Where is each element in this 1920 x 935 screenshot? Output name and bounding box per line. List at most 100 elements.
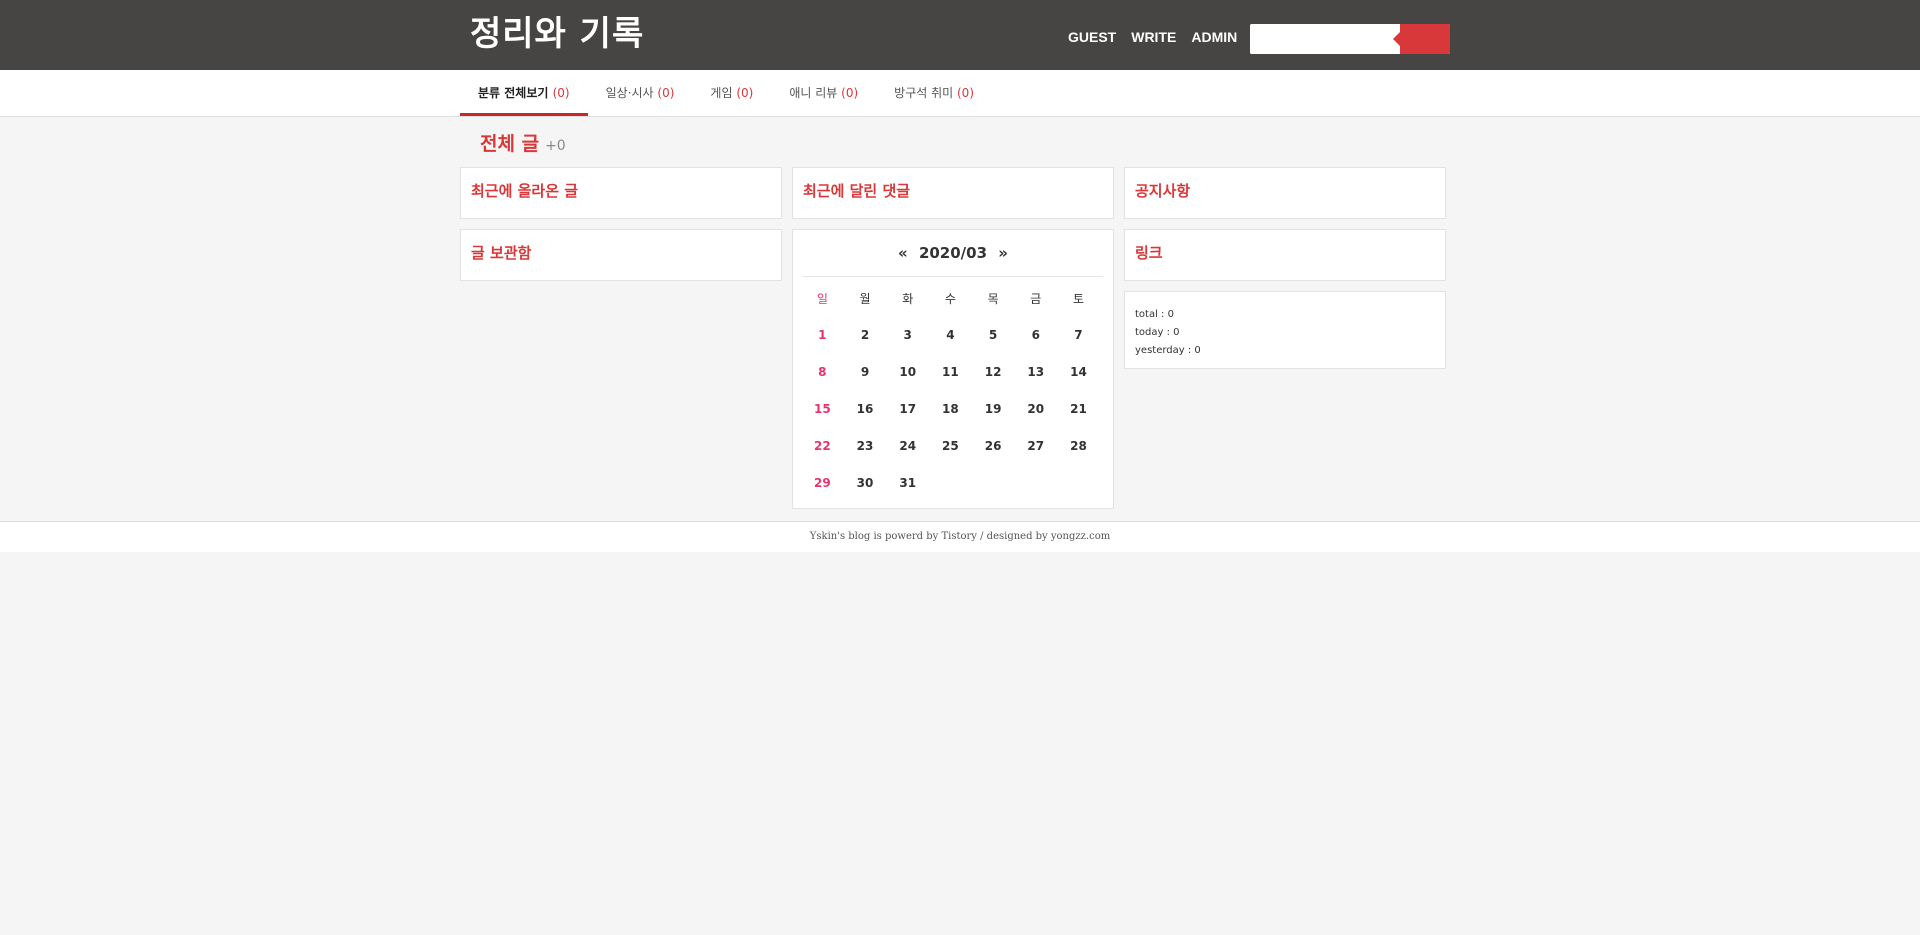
weekday-label: 목 (987, 291, 999, 306)
category-nav: 분류 전체보기 (0) 일상·시사 (0) 게임 (0) 애니 리뷰 (0) 방… (0, 70, 1920, 117)
calendar-day: 2 (860, 327, 870, 342)
counter-today: today : 0 (1135, 327, 1180, 338)
next-month-button[interactable]: » (992, 244, 1014, 262)
category-tabs: 분류 전체보기 (0) 일상·시사 (0) 게임 (0) 애니 리뷰 (0) 방… (460, 70, 992, 116)
calendar-day: 3 (903, 327, 912, 342)
calendar-day: 5 (988, 327, 998, 342)
calendar-day: 25 (942, 438, 959, 453)
calendar-week: 1 2 3 4 5 6 7 (801, 316, 1100, 353)
main-content: 전체 글 +0 최근에 올라온 글 최근에 달린 댓글 공지사항 글 보관함 «… (460, 117, 1460, 521)
footer-text: Yskin's blog is powerd by Tistory / desi… (809, 531, 1111, 542)
calendar-day: 20 (1027, 401, 1045, 416)
weekday-label: 일 (816, 291, 828, 306)
calendar-day: 18 (942, 401, 959, 416)
calendar-day: 22 (813, 438, 831, 453)
post-count: +0 (545, 138, 566, 154)
calendar-header: « 2020/03 » (793, 244, 1113, 262)
calendar-day: 27 (1027, 438, 1045, 453)
counter-yesterday: yesterday : 0 (1135, 345, 1201, 356)
search-button[interactable] (1393, 24, 1450, 54)
calendar-widget: « 2020/03 » 일 월 화 수 목 금 토 1 2 3 4 5 6 7 8 9 10 11 1… (792, 229, 1114, 509)
calendar-day: 28 (1070, 438, 1087, 453)
tab-games[interactable]: 게임 (0) (692, 70, 771, 116)
calendar-day: 29 (813, 475, 831, 490)
guest-link[interactable]: GUEST (1068, 29, 1116, 45)
tab-all-categories[interactable]: 분류 전체보기 (0) (460, 70, 588, 116)
calendar-divider (803, 276, 1103, 277)
tab-label: 애니 리뷰 (789, 86, 838, 100)
tab-label: 분류 전체보기 (478, 86, 549, 100)
tab-count: (0) (657, 86, 675, 100)
calendar-day: 7 (1074, 327, 1083, 342)
visitor-counter: total : 0 today : 0 yesterday : 0 (1135, 306, 1201, 360)
calendar-day: 12 (984, 364, 1002, 379)
tab-count: (0) (736, 86, 754, 100)
calendar-week: 29 30 31 (801, 464, 1100, 501)
calendar-day: 23 (856, 438, 874, 453)
calendar-week: 15 16 17 18 19 20 21 (801, 390, 1100, 427)
calendar-week: 22 23 24 25 26 27 28 (801, 427, 1100, 464)
calendar-day: 8 (818, 364, 827, 379)
tab-count: (0) (841, 86, 859, 100)
tab-daily-news[interactable]: 일상·시사 (0) (588, 70, 693, 116)
calendar-day: 9 (860, 364, 870, 379)
calendar-empty-cell (1057, 464, 1100, 501)
calendar-day: 13 (1027, 364, 1045, 379)
calendar-day: 6 (1031, 327, 1040, 342)
tab-label: 방구석 취미 (894, 86, 954, 100)
calendar-grid: 일 월 화 수 목 금 토 1 2 3 4 5 6 7 8 9 10 11 12 13 14 15 16 17 1… (801, 280, 1100, 501)
search-box (1250, 24, 1450, 54)
recent-comments-title: 최근에 달린 댓글 (803, 182, 911, 200)
recent-comments-widget: 최근에 달린 댓글 (792, 167, 1114, 219)
admin-link[interactable]: ADMIN (1191, 29, 1237, 45)
links-title: 링크 (1135, 244, 1163, 262)
archive-title: 글 보관함 (471, 244, 532, 262)
calendar-days: 1 2 3 4 5 6 7 8 9 10 11 12 13 14 15 16 17 18 19 20 21 22 23 24 2… (801, 316, 1100, 501)
calendar-day: 17 (899, 401, 917, 416)
visitor-counter-widget: total : 0 today : 0 yesterday : 0 (1124, 291, 1446, 369)
calendar-day: 16 (856, 401, 874, 416)
archive-widget: 글 보관함 (460, 229, 782, 281)
links-widget: 링크 (1124, 229, 1446, 281)
tab-hobby[interactable]: 방구석 취미 (0) (876, 70, 992, 116)
search-input[interactable] (1250, 24, 1400, 54)
weekday-label: 토 (1072, 291, 1084, 306)
weekday-row: 일 월 화 수 목 금 토 (801, 280, 1100, 316)
calendar-day: 31 (899, 475, 917, 490)
calendar-empty-cell (972, 464, 1015, 501)
page-title: 전체 글 (480, 133, 540, 155)
notice-title: 공지사항 (1135, 182, 1191, 200)
top-links: GUEST WRITE ADMIN (1068, 29, 1237, 45)
calendar-day: 14 (1070, 364, 1087, 379)
notice-widget: 공지사항 (1124, 167, 1446, 219)
weekday-label: 화 (902, 291, 914, 306)
calendar-day: 19 (984, 401, 1002, 416)
site-footer: Yskin's blog is powerd by Tistory / desi… (0, 521, 1920, 552)
calendar-day: 4 (946, 327, 955, 342)
site-header: 정리와 기록 GUEST WRITE ADMIN (0, 0, 1920, 70)
calendar-day: 21 (1070, 401, 1087, 416)
tab-count: (0) (957, 86, 974, 100)
calendar-empty-cell (929, 464, 972, 501)
counter-total: total : 0 (1135, 309, 1174, 320)
calendar-day: 1 (818, 327, 827, 342)
site-title[interactable]: 정리와 기록 (470, 10, 644, 58)
calendar-month: 2020/03 (918, 244, 988, 262)
calendar-day: 24 (899, 438, 917, 453)
tab-count: (0) (552, 86, 570, 100)
tab-anime-review[interactable]: 애니 리뷰 (0) (771, 70, 876, 116)
calendar-week: 8 9 10 11 12 13 14 (801, 353, 1100, 390)
recent-posts-title: 최근에 올라온 글 (471, 182, 579, 200)
calendar-day: 26 (984, 438, 1002, 453)
weekday-label: 월 (859, 291, 871, 306)
calendar-day: 15 (813, 401, 831, 416)
calendar-day: 10 (899, 364, 917, 379)
recent-posts-widget: 최근에 올라온 글 (460, 167, 782, 219)
calendar-day: 11 (942, 364, 959, 379)
tab-label: 일상·시사 (605, 86, 654, 100)
tab-label: 게임 (710, 86, 733, 100)
write-link[interactable]: WRITE (1131, 29, 1176, 45)
prev-month-button[interactable]: « (892, 244, 914, 262)
calendar-day: 30 (856, 475, 874, 490)
calendar-empty-cell (1014, 464, 1057, 501)
